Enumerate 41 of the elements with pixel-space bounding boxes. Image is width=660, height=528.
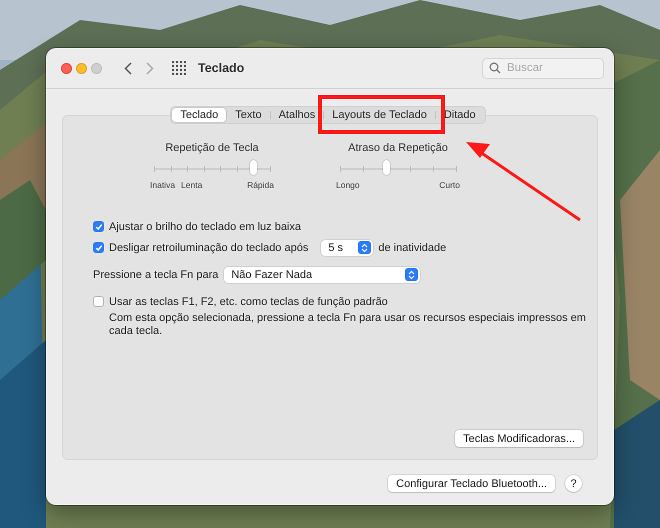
tab[interactable]: Ditado [436, 108, 484, 122]
popup-label: Pressione a tecla Fn para [93, 268, 218, 280]
tab[interactable]: Texto [227, 108, 270, 122]
checkbox[interactable] [93, 296, 104, 307]
slider-mark-label: Curto [439, 180, 460, 190]
tab[interactable]: Atalhos [270, 108, 324, 122]
slider-thumb[interactable] [250, 160, 257, 175]
stepper-icon [405, 268, 418, 281]
search-field[interactable]: Buscar [482, 58, 604, 78]
slider-mark-label: Longo [336, 180, 360, 190]
fn-key-popup[interactable]: Não Fazer Nada [224, 266, 420, 282]
slider-mark-label: Rápida [247, 180, 274, 190]
checkbox-label: Usar as teclas F1, F2, etc. como teclas de função padrão [109, 296, 388, 308]
slider-thumb[interactable] [382, 160, 390, 175]
slider-mark-label: Inativa [150, 180, 176, 190]
modifier-keys-button[interactable]: Teclas Modificadoras... [455, 430, 583, 447]
slider[interactable] [154, 162, 270, 176]
bluetooth-keyboard-button[interactable]: Configurar Teclado Bluetooth... [388, 475, 555, 492]
minimize-icon[interactable] [76, 62, 87, 74]
checkbox[interactable] [93, 221, 104, 232]
slider-mark-label: Lenta [181, 180, 202, 190]
checkbox-label: Desligar retroiluminação do teclado após [109, 242, 308, 254]
help-button[interactable]: ? [565, 475, 582, 492]
tab[interactable]: Teclado [172, 108, 226, 122]
delay-popup[interactable]: 5 s [321, 240, 374, 256]
slider[interactable] [340, 162, 456, 176]
checkbox-label: Ajustar o brilho do teclado em luz baixa [109, 220, 301, 232]
back-icon[interactable] [124, 62, 132, 74]
slider-label: Atraso da Repetição [348, 142, 448, 154]
slider-label: Repetição de Tecla [165, 142, 259, 154]
window-title: Teclado [198, 61, 244, 75]
search-icon [489, 62, 501, 74]
grid-icon[interactable] [172, 61, 186, 75]
stepper-icon [358, 241, 372, 254]
forward-icon[interactable] [146, 62, 154, 74]
description-text: Com esta opção selecionada, pressione a tecla Fn para usar os recursos especiais impressos em cada tecla. [109, 312, 587, 338]
zoom-icon[interactable] [91, 62, 102, 74]
tab[interactable]: Layouts de Teclado [324, 108, 435, 122]
checkbox[interactable] [93, 242, 104, 253]
close-icon[interactable] [61, 62, 72, 74]
suffix-label: de inatividade [378, 242, 446, 254]
